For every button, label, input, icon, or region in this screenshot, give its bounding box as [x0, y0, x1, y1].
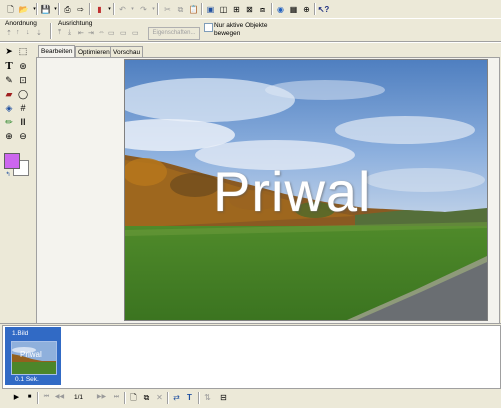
frame-settings-icon[interactable]: ⊟ [218, 392, 229, 403]
frame-icon[interactable]: ▣ [205, 4, 216, 15]
frame-counter: 1/1 [74, 394, 84, 401]
nur-aktive-label-2: bewegen [214, 30, 241, 37]
first-frame-icon[interactable]: ⏮ [41, 392, 52, 403]
open-folder-icon[interactable]: 📂 [18, 4, 29, 15]
tween-icon[interactable]: ⇄ [171, 392, 182, 403]
copy-icon[interactable]: ⧉ [175, 4, 186, 15]
play-icon[interactable]: ▶ [11, 392, 22, 403]
stop-icon[interactable]: ■ [24, 392, 35, 403]
slide-title: 1.Bild [12, 330, 29, 337]
cut-icon[interactable]: ✂ [162, 4, 173, 15]
align-center-icon[interactable]: ⇔ [98, 29, 105, 36]
open-dropdown-icon[interactable]: ▾ [29, 4, 40, 15]
duplicate-frame-icon[interactable]: ⧉ [141, 392, 152, 403]
help-icon[interactable]: ↖? [318, 4, 330, 15]
tools-palette: ➤ ⬚ T ⊛ ✎ ⊡ ▰ ◯ ◈ # ✏ ǀǀ ⊕ ⊖ ↰ [0, 43, 32, 323]
distribute-v-icon[interactable]: ▭ [120, 29, 127, 37]
canvas[interactable]: Priwal [124, 59, 488, 321]
swap-colors-icon[interactable]: ↰ [2, 168, 14, 180]
align-top-icon[interactable]: ⤒ [58, 29, 61, 37]
anordnung-label: Anordnung [5, 20, 37, 27]
send-back-icon[interactable]: ⇣ [36, 29, 42, 37]
undo-dropdown-icon[interactable]: ▾ [127, 4, 138, 15]
export-icon[interactable]: ⇨ [75, 4, 86, 15]
text-frame-icon[interactable]: T [184, 392, 195, 403]
color-swatch-fg[interactable] [4, 153, 20, 169]
distribute-h-icon[interactable]: ▭ [108, 29, 115, 37]
zoom-out-icon[interactable]: ⊖ [17, 130, 29, 142]
eigenschaften-label: Eigenschaften... [152, 30, 196, 36]
slide-thumbnail: Priwal [11, 341, 57, 375]
timeline-strip: 1.Bild Priwal 0.1 Sek. [2, 325, 501, 389]
globe-icon[interactable]: ◉ [275, 4, 286, 15]
align-bottom-icon[interactable]: ⤓ [68, 29, 71, 37]
prev-frame-icon[interactable]: ◀◀ [54, 392, 65, 403]
select-frame-icon[interactable]: ⬚ [17, 45, 29, 57]
select-arrow-icon[interactable]: ➤ [3, 45, 15, 57]
zoom-icon[interactable]: ⊕ [301, 4, 312, 15]
frame-copy-icon[interactable]: ⧈ [257, 4, 268, 15]
send-backward-icon[interactable]: ↓ [26, 29, 30, 36]
text-effect-icon[interactable]: ⊛ [17, 60, 29, 72]
zoom-in-icon[interactable]: ⊕ [3, 130, 15, 142]
arrange-toolbar: Anordnung ⇡ ↑ ↓ ⇣ Ausrichtung ⤒ ⤓ ⇤ ⇥ ⇔ … [0, 19, 501, 41]
toolbar-divider [0, 41, 501, 43]
overlay-text[interactable]: Priwal [213, 160, 371, 224]
pencil-icon[interactable]: ✏ [3, 116, 15, 128]
size-equal-icon[interactable]: ▭ [132, 29, 139, 37]
grid-icon[interactable]: ▦ [288, 4, 299, 15]
grid-tool-icon[interactable]: # [17, 102, 29, 114]
bring-front-icon[interactable]: ⇡ [6, 29, 12, 37]
fill-bucket-icon[interactable]: ◈ [3, 102, 15, 114]
frame-delete-icon[interactable]: ⊠ [244, 4, 255, 15]
thumb-text: Priwal [20, 350, 42, 359]
frame-add-icon[interactable]: ⊞ [231, 4, 242, 15]
eyedropper-icon[interactable]: ✎ [3, 74, 15, 86]
paste-icon[interactable]: 📋 [188, 4, 199, 15]
slide-frame[interactable]: 1.Bild Priwal 0.1 Sek. [5, 327, 61, 385]
next-frame-icon[interactable]: ▶▶ [96, 392, 107, 403]
main-toolbar: 🗋 📂 ▾ 💾 ▾ ⎙ ⇨ ▮ ▾ ↶ ▾ ↷ ▾ ✂ ⧉ 📋 ▣ ◫ ⊞ ⊠ … [0, 0, 501, 19]
nur-aktive-checkbox[interactable] [204, 23, 213, 32]
new-file-icon[interactable]: 🗋 [5, 4, 16, 15]
frame-edit-icon[interactable]: ◫ [218, 4, 229, 15]
delete-frame-icon[interactable]: ✕ [154, 392, 165, 403]
slide-duration: 0.1 Sek. [15, 376, 39, 383]
eraser-icon[interactable]: ▰ [3, 88, 15, 100]
text-tool-icon[interactable]: T [3, 60, 15, 72]
bring-forward-icon[interactable]: ↑ [16, 29, 20, 36]
last-frame-icon[interactable]: ⏭ [111, 392, 122, 403]
align-right-icon[interactable]: ⇥ [88, 29, 94, 37]
align-left-icon[interactable]: ⇤ [78, 29, 84, 37]
line-tool-icon[interactable]: ǀǀ [17, 116, 29, 128]
eigenschaften-button[interactable]: Eigenschaften... [148, 27, 200, 40]
playback-bar: ▶ ■ ⏮ ◀◀ 1/1 ▶▶ ⏭ 🗋 ⧉ ✕ ⇄ T ⇅ ⊟ [0, 389, 501, 408]
new-frame-icon[interactable]: 🗋 [128, 392, 139, 403]
lasso-icon[interactable]: ◯ [17, 88, 29, 100]
crop-icon[interactable]: ⊡ [17, 74, 29, 86]
nur-aktive-label-1: Nur aktive Objekte [214, 22, 268, 29]
import-icon[interactable]: ⎙ [62, 4, 73, 15]
ausrichtung-label: Ausrichtung [58, 20, 93, 27]
reverse-icon[interactable]: ⇅ [202, 392, 213, 403]
